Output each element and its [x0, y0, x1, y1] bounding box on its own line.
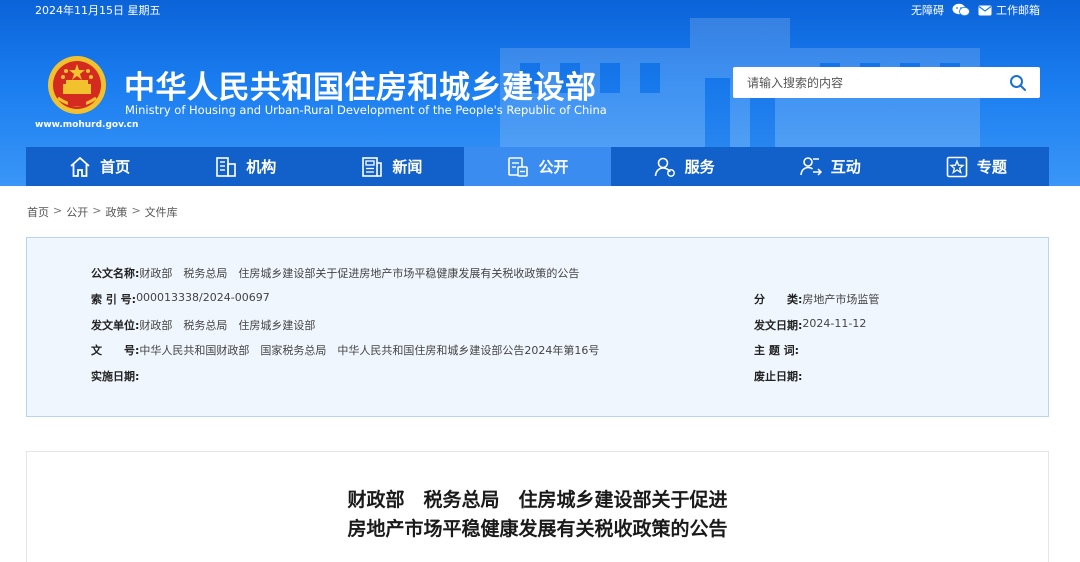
article-title-line-1: 财政部 税务总局 住房城乡建设部关于促进: [347, 489, 728, 511]
breadcrumb-document-library[interactable]: 文件库: [145, 204, 178, 220]
site-url: www.mohurd.gov.cn: [35, 120, 139, 130]
index-row: 索 引 号: 000013338/2024-00697: [91, 291, 270, 307]
document-icon: [508, 156, 529, 177]
breadcrumb-home[interactable]: 首页: [27, 204, 49, 220]
nav-item-institutions[interactable]: 机构: [172, 147, 318, 186]
site-subtitle: Ministry of Housing and Urban-Rural Deve…: [125, 103, 607, 117]
news-icon: [362, 156, 383, 177]
category-value: 房地产市场监管: [802, 293, 880, 306]
doc-name-row: 公文名称: 财政部 税务总局 住房城乡建设部关于促进房地产市场平稳健康发展有关税…: [91, 265, 579, 281]
doc-number-label: 文 号:: [91, 344, 140, 357]
interaction-icon: [799, 156, 822, 176]
doc-name-value: 财政部 税务总局 住房城乡建设部关于促进房地产市场平稳健康发展有关税收政策的公告: [139, 267, 580, 280]
search-input[interactable]: [733, 67, 996, 98]
work-email-link[interactable]: 工作邮箱: [978, 2, 1040, 18]
category-row: 分 类: 房地产市场监管: [754, 291, 879, 307]
subject-label: 主 题 词:: [754, 344, 800, 357]
nav-item-home[interactable]: 首页: [26, 147, 172, 186]
building-icon: [216, 156, 237, 177]
issuer-value: 财政部 税务总局 住房城乡建设部: [139, 319, 316, 332]
nav-label-institutions: 机构: [246, 158, 277, 176]
star-icon: [946, 156, 968, 177]
issue-date-row: 发文日期: 2024-11-12: [754, 317, 866, 333]
nav-item-services[interactable]: 服务: [611, 147, 757, 186]
article-container: 财政部 税务总局 住房城乡建设部关于促进 房地产市场平稳健康发展有关税收政策的公…: [26, 451, 1049, 562]
expiry-date-label: 废止日期:: [754, 370, 803, 383]
breadcrumb-policy[interactable]: 政策: [105, 204, 127, 220]
nav-label-news: 新闻: [392, 158, 423, 176]
wechat-icon: [952, 3, 970, 17]
doc-name-label: 公文名称:: [91, 267, 140, 280]
breadcrumb-public[interactable]: 公开: [66, 204, 88, 220]
breadcrumb-separator: >: [53, 204, 63, 217]
article-title: 财政部 税务总局 住房城乡建设部关于促进 房地产市场平稳健康发展有关税收政策的公…: [27, 486, 1048, 544]
current-date: 2024年11月15日 星期五: [35, 4, 161, 17]
search-button[interactable]: [996, 67, 1040, 98]
issuer-row: 发文单位: 财政部 税务总局 住房城乡建设部: [91, 317, 315, 333]
work-email-label: 工作邮箱: [996, 4, 1040, 17]
subject-row: 主 题 词:: [754, 342, 799, 358]
doc-number-row: 文 号: 中华人民共和国财政部 国家税务总局 中华人民共和国住房和城乡建设部公告…: [91, 342, 599, 358]
nav-label-public: 公开: [538, 158, 569, 176]
breadcrumb-separator: >: [131, 204, 141, 217]
effective-date-row: 实施日期:: [91, 368, 139, 384]
article-title-line-2: 房地产市场平稳健康发展有关税收政策的公告: [347, 518, 728, 540]
breadcrumb-separator: >: [92, 204, 102, 217]
index-value: 000013338/2024-00697: [136, 291, 270, 304]
service-icon: [654, 157, 675, 177]
search-box: [733, 67, 1040, 98]
document-metadata-panel: 公文名称: 财政部 税务总局 住房城乡建设部关于促进房地产市场平稳健康发展有关税…: [26, 237, 1049, 417]
issuer-label: 发文单位:: [91, 319, 140, 332]
category-label: 分 类:: [754, 293, 803, 306]
main-nav: 首页 机构 新闻 公开 服务 互动 专题: [26, 147, 1049, 186]
nav-label-interaction: 互动: [830, 158, 861, 176]
nav-item-public[interactable]: 公开: [464, 147, 611, 186]
issue-date-label: 发文日期:: [754, 319, 803, 332]
doc-number-value: 中华人民共和国财政部 国家税务总局 中华人民共和国住房和城乡建设部公告2024年…: [139, 344, 600, 357]
search-icon: [1010, 74, 1026, 91]
nav-item-news[interactable]: 新闻: [318, 147, 464, 186]
nav-label-services: 服务: [684, 158, 715, 176]
nav-label-topics: 专题: [976, 158, 1007, 176]
nav-item-topics[interactable]: 专题: [903, 147, 1049, 186]
site-title: 中华人民共和国住房和城乡建设部: [124, 70, 597, 106]
issue-date-value: 2024-11-12: [802, 317, 867, 330]
mail-icon: [978, 5, 992, 15]
index-label: 索 引 号:: [91, 293, 137, 306]
accessibility-link[interactable]: 无障碍: [911, 2, 944, 18]
effective-date-label: 实施日期:: [91, 370, 140, 383]
topbar-links: 无障碍 工作邮箱: [911, 2, 1040, 18]
breadcrumb: 首页 > 公开 > 政策 > 文件库: [27, 204, 178, 220]
nav-item-interaction[interactable]: 互动: [757, 147, 903, 186]
wechat-link[interactable]: [952, 3, 970, 17]
national-emblem-logo[interactable]: [46, 54, 108, 116]
nav-label-home: 首页: [100, 158, 131, 176]
site-header: 2024年11月15日 星期五 无障碍 工作邮箱 www.mohurd.gov.…: [0, 0, 1080, 186]
expiry-date-row: 废止日期:: [754, 368, 802, 384]
home-icon: [70, 156, 90, 177]
